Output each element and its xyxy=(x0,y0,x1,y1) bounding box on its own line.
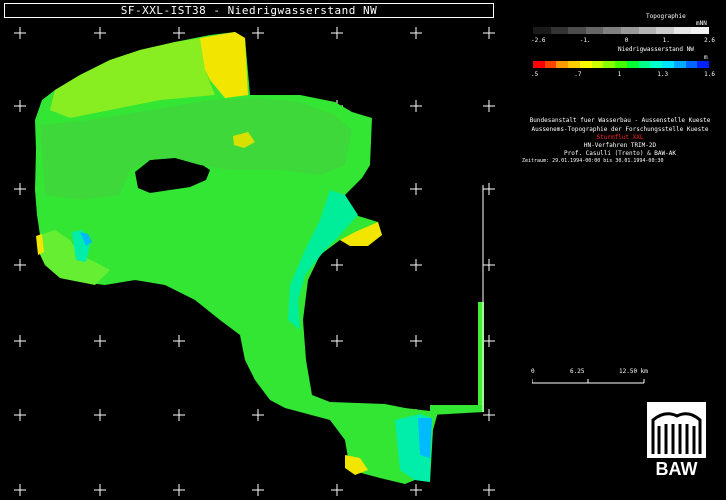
topo-color-swatch xyxy=(568,27,586,34)
topo-color-bar xyxy=(533,27,709,34)
grid-cross xyxy=(14,484,26,496)
grid-cross xyxy=(483,335,495,347)
grid-cross xyxy=(483,484,495,496)
scale-bar: 0 6.25 12.50 km xyxy=(531,368,652,391)
nw-color-swatch xyxy=(662,61,674,68)
topo-tick-label: 0 xyxy=(624,37,629,44)
topo-tick-label: -2.6 xyxy=(531,37,546,44)
info-method: HN-Verfahren TRIM-2D xyxy=(583,142,657,149)
topo-color-swatch xyxy=(691,27,709,34)
grid-cross xyxy=(173,335,185,347)
grid-cross xyxy=(483,409,495,421)
grid-cross xyxy=(410,183,422,195)
nw-legend-title: Niedrigwasserstand NW xyxy=(618,46,694,53)
grid-cross xyxy=(94,335,106,347)
nw-color-swatch xyxy=(650,61,663,68)
grid-cross xyxy=(483,183,495,195)
grid-cross xyxy=(483,27,495,39)
map-title: SF-XXL-IST38 - Niedrigwasserstand NW xyxy=(4,3,494,18)
info-period: Zeitraum: 29.01.1994-00:00 bis 30.01.199… xyxy=(522,158,664,164)
topo-legend-unit: mNN xyxy=(696,20,707,27)
nw-color-swatch xyxy=(591,61,604,68)
info-scenario: Sturmflut XXL xyxy=(596,134,644,141)
grid-cross xyxy=(410,259,422,271)
grid-cross xyxy=(331,27,343,39)
nw-legend-unit: m xyxy=(704,54,708,61)
nw-tick-label: .7 xyxy=(574,71,582,78)
grid-cross xyxy=(410,100,422,112)
nw-color-swatch xyxy=(626,61,639,68)
nw-color-swatch xyxy=(533,61,545,68)
grid-cross xyxy=(252,484,264,496)
topo-color-swatch xyxy=(673,27,692,34)
baw-logo: BAW xyxy=(647,402,706,479)
grid-cross xyxy=(483,259,495,271)
nw-color-swatch xyxy=(638,61,651,68)
grid-cross xyxy=(94,409,106,421)
nw-tick-label: 1.3 xyxy=(657,71,669,78)
nw-tick-label: 1.6 xyxy=(704,71,715,78)
topo-tick-label: 2.6 xyxy=(704,37,715,44)
nw-tick-label: .5 xyxy=(531,71,539,78)
topo-tick-label: -1. xyxy=(579,37,591,44)
grid-cross xyxy=(410,27,422,39)
info-institute: Bundesanstalt fuer Wasserbau - Aussenste… xyxy=(529,117,711,124)
baw-logo-icon: BAW xyxy=(647,402,706,479)
grid-cross xyxy=(14,27,26,39)
scale-bar-graphic xyxy=(531,379,645,384)
topo-ticks: -2.6 -1. 0 1. 2.6 xyxy=(531,37,715,44)
topo-color-swatch xyxy=(638,27,657,34)
nw-color-swatch xyxy=(615,61,627,68)
grid-cross xyxy=(94,484,106,496)
topo-legend-title: Topographie xyxy=(646,13,686,20)
grid-cross xyxy=(14,259,26,271)
nw-color-swatch xyxy=(603,61,616,68)
info-authors: Prof. Casulli (Trento) & BAW-AK xyxy=(564,150,676,157)
topo-color-swatch xyxy=(620,27,639,34)
topo-color-swatch xyxy=(656,27,674,34)
water-right-junction xyxy=(430,405,484,415)
grid-cross xyxy=(173,27,185,39)
topo-color-swatch xyxy=(603,27,621,34)
nw-color-swatch xyxy=(697,61,710,68)
topo-color-swatch xyxy=(585,27,604,34)
grid-cross xyxy=(252,409,264,421)
nw-tick-label: 1 xyxy=(617,71,622,78)
grid-cross xyxy=(14,335,26,347)
grid-cross xyxy=(331,259,343,271)
grid-cross xyxy=(410,335,422,347)
topo-color-swatch xyxy=(533,27,551,34)
grid-cross xyxy=(252,27,264,39)
grid-cross xyxy=(94,27,106,39)
water-level-region xyxy=(35,32,484,484)
grid-cross xyxy=(14,100,26,112)
grid-cross xyxy=(331,484,343,496)
grid-cross xyxy=(173,409,185,421)
topo-color-swatch xyxy=(550,27,569,34)
nw-color-swatch xyxy=(673,61,686,68)
nw-color-swatch xyxy=(685,61,698,68)
grid-cross xyxy=(14,409,26,421)
grid-cross xyxy=(14,183,26,195)
baw-logo-text: BAW xyxy=(656,459,698,478)
info-topography: Aussenems-Topographie der Forschungsstel… xyxy=(531,126,709,133)
nw-ticks: .5 .7 1 1.3 1.6 xyxy=(531,71,715,78)
nw-color-swatch xyxy=(568,61,580,68)
scale-tick-2: 12.50 km xyxy=(619,368,648,375)
nw-color-swatch xyxy=(579,61,592,68)
topo-tick-label: 1. xyxy=(662,37,670,44)
grid-cross xyxy=(331,335,343,347)
nw-color-bar xyxy=(533,61,710,68)
scale-tick-1: 6.25 xyxy=(570,368,585,375)
grid-cross xyxy=(410,484,422,496)
nw-color-swatch xyxy=(556,61,569,68)
water-bottom-blue xyxy=(418,418,432,458)
grid-cross xyxy=(483,100,495,112)
grid-cross xyxy=(173,484,185,496)
nw-color-swatch xyxy=(544,61,557,68)
scale-tick-0: 0 xyxy=(531,368,535,375)
